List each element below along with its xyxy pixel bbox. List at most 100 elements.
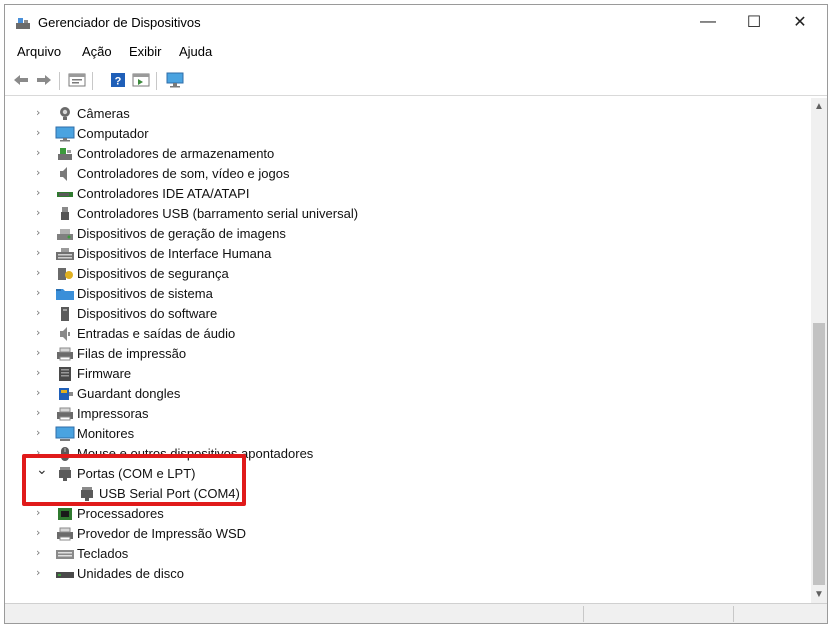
print-queue-icon [55, 346, 75, 362]
tree-item-label: Controladores de som, vídeo e jogos [77, 166, 290, 181]
chevron-right-icon[interactable]: › [36, 346, 46, 360]
tree-category-item[interactable]: › Teclados [5, 544, 405, 564]
chevron-right-icon[interactable]: › [36, 286, 46, 300]
tree-child-item[interactable]: USB Serial Port (COM4) [5, 484, 405, 504]
tree-item-label: Impressoras [77, 406, 149, 421]
menu-arquivo[interactable]: Arquivo [17, 44, 61, 59]
monitor-icon[interactable] [165, 71, 185, 89]
tree-item-label: Câmeras [77, 106, 130, 121]
menu-acao[interactable]: Ação [82, 44, 112, 59]
forward-icon[interactable] [34, 71, 54, 89]
tree-category-item[interactable]: › Dispositivos de sistema [5, 284, 405, 304]
tree-category-item[interactable]: › Câmeras [5, 104, 405, 124]
tree-category-item[interactable]: › Provedor de Impressão WSD [5, 524, 405, 544]
tree-category-item[interactable]: › Controladores de som, vídeo e jogos [5, 164, 405, 184]
tree-item-label: Provedor de Impressão WSD [77, 526, 247, 541]
close-button[interactable]: ✕ [777, 5, 823, 39]
scroll-down-icon[interactable]: ▼ [811, 586, 827, 603]
chevron-right-icon[interactable]: › [36, 306, 46, 320]
ide-icon [55, 186, 75, 202]
tree-category-item[interactable]: › Mouse e outros dispositivos apontadores [5, 444, 405, 464]
back-icon[interactable] [11, 71, 31, 89]
tree-category-item[interactable]: › Computador [5, 124, 405, 144]
tree-item-label: Entradas e saídas de áudio [77, 326, 236, 341]
title-bar: Gerenciador de Dispositivos — ☐ ✕ [5, 5, 827, 39]
chevron-right-icon[interactable]: › [36, 266, 46, 280]
device-tree[interactable]: › Câmeras › Computador › Controladores de arm… [5, 98, 811, 603]
status-bar [5, 603, 827, 623]
chevron-right-icon[interactable]: › [36, 326, 46, 340]
tree-category-item[interactable]: › Controladores de armazenamento [5, 144, 405, 164]
tree-item-label: Mouse e outros dispositivos apontadores [77, 446, 314, 461]
chevron-right-icon[interactable]: › [36, 426, 46, 440]
toolbar-separator [156, 72, 157, 90]
tree-category-item[interactable]: ⌄ Portas (COM e LPT) [5, 462, 405, 484]
tree-category-item[interactable]: › Processadores [5, 504, 405, 524]
chevron-right-icon[interactable]: › [36, 206, 46, 220]
tree-category-item[interactable]: › Dispositivos de segurança [5, 264, 405, 284]
svg-text:?: ? [115, 76, 122, 88]
printer-icon [55, 526, 75, 542]
mouse-icon [55, 446, 75, 462]
storage-controller-icon [55, 146, 75, 162]
tree-category-item[interactable]: › Firmware [5, 364, 405, 384]
camera-icon [55, 106, 75, 122]
view-icon[interactable] [131, 71, 151, 89]
printer-icon [55, 406, 75, 422]
tree-category-item[interactable]: › Filas de impressão [5, 344, 405, 364]
device-manager-window: Gerenciador de Dispositivos — ☐ ✕ Arquiv… [4, 4, 828, 624]
scroll-thumb[interactable] [813, 323, 825, 585]
chevron-right-icon[interactable]: › [36, 366, 46, 380]
tree-item-label: Unidades de disco [77, 566, 184, 581]
chevron-right-icon[interactable]: › [36, 446, 46, 460]
chevron-right-icon[interactable]: › [36, 526, 46, 540]
device-manager-icon [16, 18, 30, 29]
chevron-right-icon[interactable]: › [36, 566, 46, 580]
menu-exibir[interactable]: Exibir [129, 44, 162, 59]
maximize-button[interactable]: ☐ [731, 5, 777, 39]
chevron-down-icon[interactable]: ⌄ [36, 462, 48, 478]
tree-item-label: Controladores IDE ATA/ATAPI [77, 186, 250, 201]
minimize-button[interactable]: — [685, 5, 731, 39]
tree-category-item[interactable]: › Controladores USB (barramento serial un… [5, 204, 405, 224]
vertical-scrollbar[interactable]: ▲ ▼ [811, 98, 827, 603]
tree-item-label: Dispositivos de segurança [77, 266, 229, 281]
menu-bar: Arquivo Ação Exibir Ajuda [5, 41, 827, 63]
chevron-right-icon[interactable]: › [36, 546, 46, 560]
scroll-up-icon[interactable]: ▲ [811, 98, 827, 115]
port-icon [77, 486, 97, 502]
port-icon [55, 466, 75, 482]
chevron-right-icon[interactable]: › [36, 506, 46, 520]
chevron-right-icon[interactable]: › [36, 126, 46, 140]
tree-category-item[interactable]: › Dispositivos de geração de imagens [5, 224, 405, 244]
tree-item-label: Guardant dongles [77, 386, 181, 401]
tree-category-item[interactable]: › Unidades de disco [5, 564, 405, 584]
chevron-right-icon[interactable]: › [36, 406, 46, 420]
help-icon[interactable]: ? [108, 71, 128, 89]
firmware-icon [55, 366, 75, 382]
properties-icon[interactable] [67, 71, 87, 89]
tree-category-item[interactable]: › Controladores IDE ATA/ATAPI [5, 184, 405, 204]
toolbar-separator [59, 72, 60, 90]
monitor-icon [55, 426, 75, 442]
tree-category-item[interactable]: › Entradas e saídas de áudio [5, 324, 405, 344]
tree-category-item[interactable]: › Dispositivos do software [5, 304, 405, 324]
software-device-icon [55, 306, 75, 322]
chevron-right-icon[interactable]: › [36, 186, 46, 200]
tree-category-item[interactable]: › Guardant dongles [5, 384, 405, 404]
tree-item-label: Controladores USB (barramento serial uni… [77, 206, 359, 221]
chevron-right-icon[interactable]: › [36, 146, 46, 160]
tree-item-label: Dispositivos do software [77, 306, 218, 321]
chevron-right-icon[interactable]: › [36, 166, 46, 180]
chevron-right-icon[interactable]: › [36, 226, 46, 240]
chevron-right-icon[interactable]: › [36, 106, 46, 120]
tree-category-item[interactable]: › Impressoras [5, 404, 405, 424]
menu-ajuda[interactable]: Ajuda [179, 44, 212, 59]
chevron-right-icon[interactable]: › [36, 246, 46, 260]
tree-item-label: Monitores [77, 426, 135, 441]
tree-category-item[interactable]: › Monitores [5, 424, 405, 444]
disk-icon [55, 566, 75, 582]
tree-item-label: Dispositivos de sistema [77, 286, 213, 301]
chevron-right-icon[interactable]: › [36, 386, 46, 400]
tree-category-item[interactable]: › Dispositivos de Interface Humana [5, 244, 405, 264]
